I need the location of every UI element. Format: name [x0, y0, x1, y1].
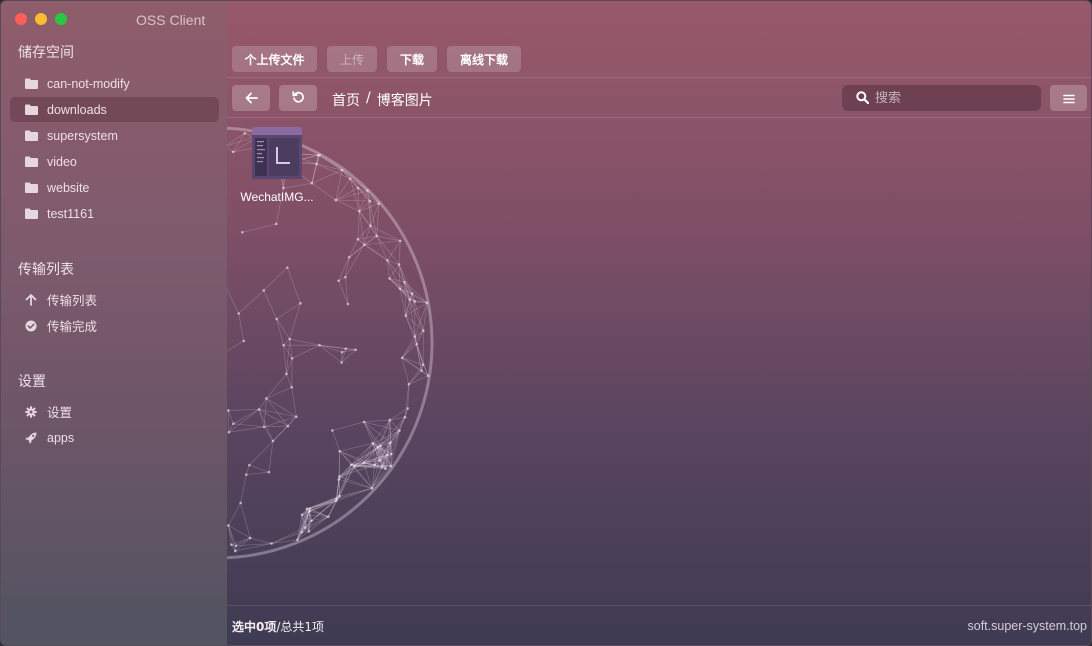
close-window-button[interactable] [15, 13, 27, 25]
sidebar-item-label: downloads [47, 102, 107, 117]
sidebar-item-video[interactable]: video [10, 149, 219, 174]
sidebar-item-supersystem[interactable]: supersystem [10, 123, 219, 148]
breadcrumb-current[interactable]: 博客图片 [377, 90, 433, 110]
folder-icon [24, 129, 38, 143]
network-globe-background [227, 118, 1091, 605]
breadcrumb-home[interactable]: 首页 [332, 90, 360, 110]
sidebar-item-label: test1161 [47, 206, 95, 221]
offline-download-button[interactable]: 离线下载 [447, 46, 521, 72]
sidebar-item-can-not-modify[interactable]: can-not-modify [10, 71, 219, 96]
refresh-icon [291, 89, 305, 108]
search-input[interactable] [875, 90, 1025, 106]
sidebar-item-settings[interactable]: 设置 [10, 399, 219, 424]
breadcrumb-separator: / [366, 90, 371, 106]
transfer-section-title: 传输列表 [18, 262, 74, 278]
selected-count: 选中0项 [232, 619, 277, 634]
app-title: OSS Client [136, 12, 206, 28]
folder-icon [24, 155, 38, 169]
upload-button[interactable]: 上传 [327, 46, 377, 72]
gear-icon [24, 405, 38, 419]
status-bar: 选中0项/总共1项 soft.super-system.top [227, 605, 1091, 645]
total-count: /总共1项 [276, 619, 325, 634]
image-thumbnail [252, 127, 302, 179]
minimize-window-button[interactable] [35, 13, 47, 25]
sidebar-item-website[interactable]: website [10, 175, 219, 200]
sidebar-item-label: website [47, 180, 90, 195]
sidebar-item-test1161[interactable]: test1161 [10, 201, 219, 226]
settings-section-title: 设置 [18, 374, 46, 390]
folder-icon [24, 181, 38, 195]
arrow-left-icon [245, 89, 258, 108]
breadcrumb: 首页 / 博客图片 [332, 90, 433, 110]
sidebar-item-transfer-list[interactable]: 传输列表 [10, 287, 219, 312]
menu-button[interactable] [1050, 85, 1087, 111]
sidebar-item-label: 传输完成 [47, 320, 98, 334]
window-controls [15, 13, 67, 25]
sidebar-item-label: apps [47, 430, 75, 445]
selection-count: 选中0项/总共1项 [232, 618, 324, 635]
maximize-window-button[interactable] [55, 13, 67, 25]
site-link[interactable]: soft.super-system.top [968, 619, 1088, 633]
sidebar-item-label: 设置 [47, 406, 73, 420]
sidebar-item-label: supersystem [47, 128, 118, 143]
download-button[interactable]: 下载 [387, 46, 437, 72]
rocket-icon [24, 431, 38, 445]
file-item[interactable]: WechatIMG... [233, 125, 321, 204]
sidebar: OSS Client 储存空间 can-not-modify downloads… [1, 1, 227, 645]
search-box[interactable] [842, 85, 1041, 111]
file-name: WechatIMG... [240, 190, 314, 204]
refresh-button[interactable] [279, 85, 317, 111]
hamburger-menu-icon [1062, 89, 1075, 108]
search-icon [856, 89, 870, 108]
folder-icon [24, 207, 38, 221]
sidebar-item-downloads[interactable]: downloads [10, 97, 219, 122]
arrow-up-icon [24, 293, 38, 307]
folder-icon [24, 77, 38, 91]
upload-file-button[interactable]: 个上传文件 [232, 46, 317, 72]
check-circle-icon [24, 319, 38, 333]
app-window: OSS Client 储存空间 can-not-modify downloads… [0, 0, 1092, 646]
back-button[interactable] [232, 85, 270, 111]
sidebar-item-transfer-complete[interactable]: 传输完成 [10, 313, 219, 338]
toolbar-divider [227, 77, 1091, 78]
sidebar-item-apps[interactable]: apps [10, 425, 219, 450]
folder-icon [24, 103, 38, 117]
storage-section-title: 储存空间 [18, 45, 74, 61]
sidebar-item-label: 传输列表 [47, 294, 98, 308]
sidebar-item-label: video [47, 154, 77, 169]
sidebar-item-label: can-not-modify [47, 76, 130, 91]
